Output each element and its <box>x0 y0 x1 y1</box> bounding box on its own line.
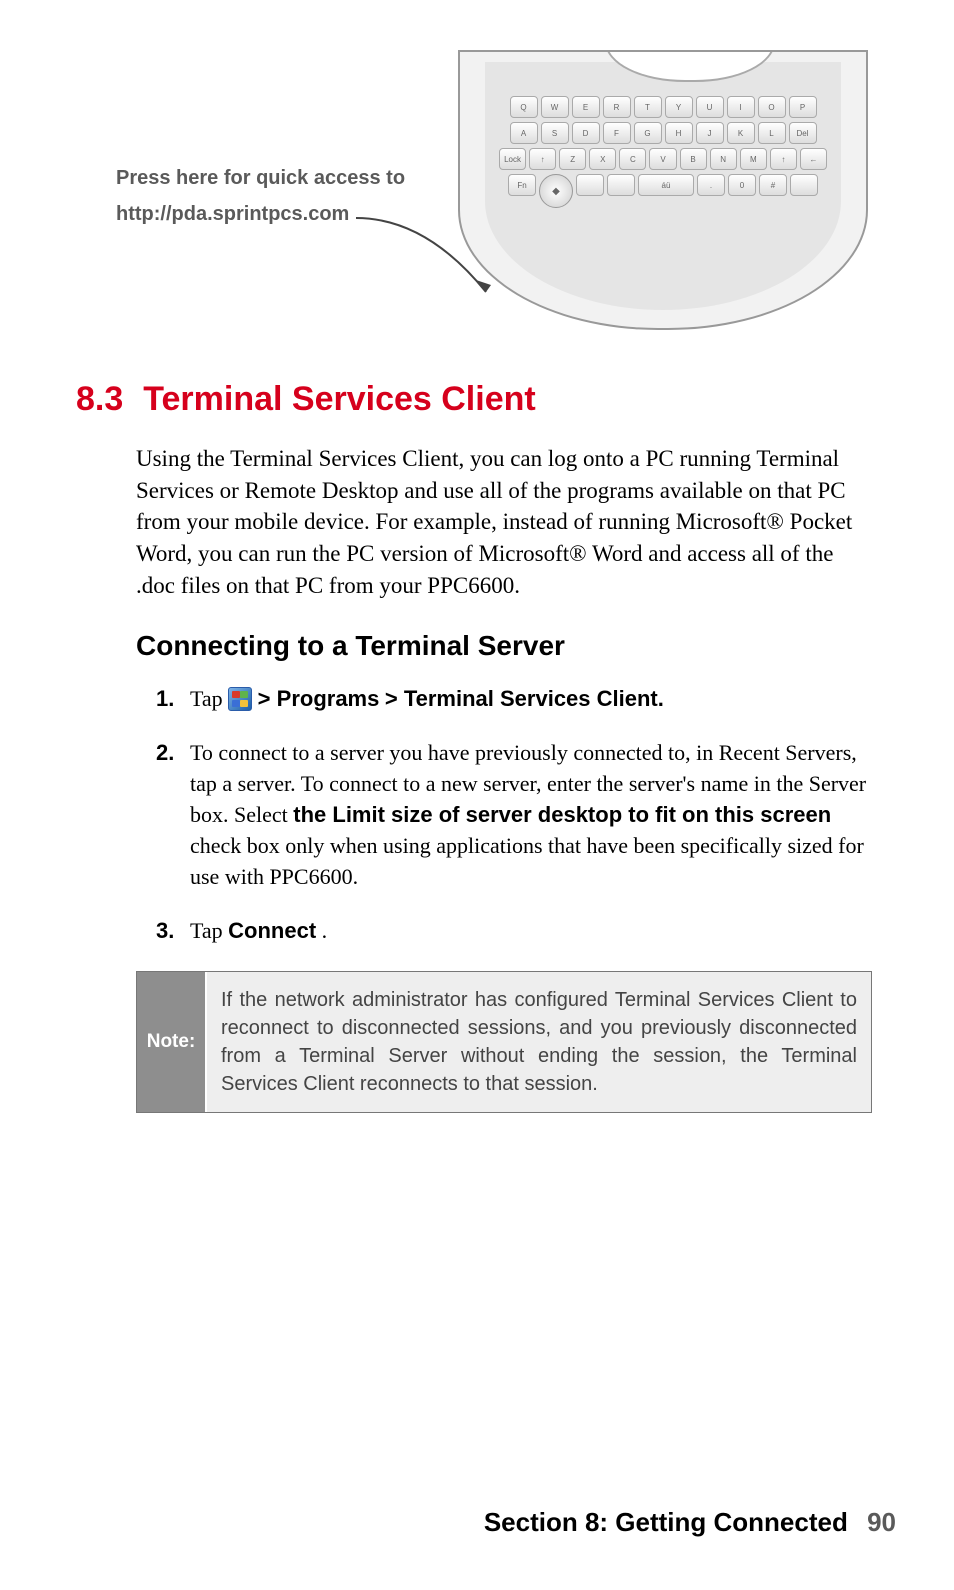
callout-line1: Press here for quick access to <box>116 160 405 196</box>
section-number: 8.3 <box>76 380 123 418</box>
device-illustration: Press here for quick access to http://pd… <box>76 80 878 340</box>
key: N <box>710 148 737 170</box>
key: I <box>727 96 755 118</box>
step-text: Tap <box>190 918 228 943</box>
sub-heading: Connecting to a Terminal Server <box>136 630 878 662</box>
key: ← <box>800 148 827 170</box>
nav-tsc: Terminal Services Client. <box>404 686 664 711</box>
note-body: If the network administrator has configu… <box>207 972 871 1112</box>
key: G <box>634 122 662 144</box>
key-space: áü <box>638 174 694 196</box>
key: J <box>696 122 724 144</box>
nav-sep: > <box>258 686 277 711</box>
key: T <box>634 96 662 118</box>
key: X <box>589 148 616 170</box>
step-text: check box only when using applications t… <box>190 833 864 889</box>
key: E <box>572 96 600 118</box>
key: C <box>619 148 646 170</box>
note-box: Note: If the network administrator has c… <box>136 971 872 1113</box>
key: P <box>789 96 817 118</box>
key: L <box>758 122 786 144</box>
key: Z <box>559 148 586 170</box>
step-text: Tap <box>190 686 228 711</box>
key: H <box>665 122 693 144</box>
step-1: 1. Tap > Programs > Terminal Services Cl… <box>156 684 872 715</box>
key: ↑ <box>770 148 797 170</box>
key <box>607 174 635 196</box>
key <box>576 174 604 196</box>
key: B <box>680 148 707 170</box>
device-outline: Q W E R T Y U I O P A S D <box>458 50 868 330</box>
section-heading: 8.3 Terminal Services Client <box>76 380 878 419</box>
key: Lock <box>499 148 526 170</box>
key: M <box>740 148 767 170</box>
key: Q <box>510 96 538 118</box>
key: . <box>697 174 725 196</box>
intro-paragraph: Using the Terminal Services Client, you … <box>136 443 872 602</box>
key: Del <box>789 122 817 144</box>
key: R <box>603 96 631 118</box>
dpad-icon: ◆ <box>539 174 573 208</box>
step-bold: the Limit size of server desktop to fit … <box>293 802 831 827</box>
key: S <box>541 122 569 144</box>
key: 0 <box>728 174 756 196</box>
key: F <box>603 122 631 144</box>
nav-sep: > <box>385 686 404 711</box>
note-label: Note: <box>137 972 207 1112</box>
step-2: 2. To connect to a server you have previ… <box>156 738 872 892</box>
page-footer: Section 8: Getting Connected 90 <box>484 1507 896 1538</box>
key: V <box>649 148 676 170</box>
section-title: Terminal Services Client <box>143 380 535 418</box>
key: K <box>727 122 755 144</box>
device-keyboard: Q W E R T Y U I O P A S D <box>499 96 827 212</box>
key: Y <box>665 96 693 118</box>
windows-start-icon <box>228 687 252 711</box>
key: O <box>758 96 786 118</box>
key: U <box>696 96 724 118</box>
key <box>790 174 818 196</box>
key: A <box>510 122 538 144</box>
page-number: 90 <box>867 1507 896 1537</box>
key: W <box>541 96 569 118</box>
step-number: 1. <box>156 684 190 715</box>
key: # <box>759 174 787 196</box>
period: . <box>322 918 328 943</box>
key: ↑ <box>529 148 556 170</box>
footer-section: Section 8: Getting Connected <box>484 1507 848 1537</box>
step-number: 3. <box>156 916 190 947</box>
key: D <box>572 122 600 144</box>
key: Fn <box>508 174 536 196</box>
step-3: 3. Tap Connect . <box>156 916 872 947</box>
step-number: 2. <box>156 738 190 892</box>
nav-programs: Programs <box>277 686 380 711</box>
connect-label: Connect <box>228 918 316 943</box>
